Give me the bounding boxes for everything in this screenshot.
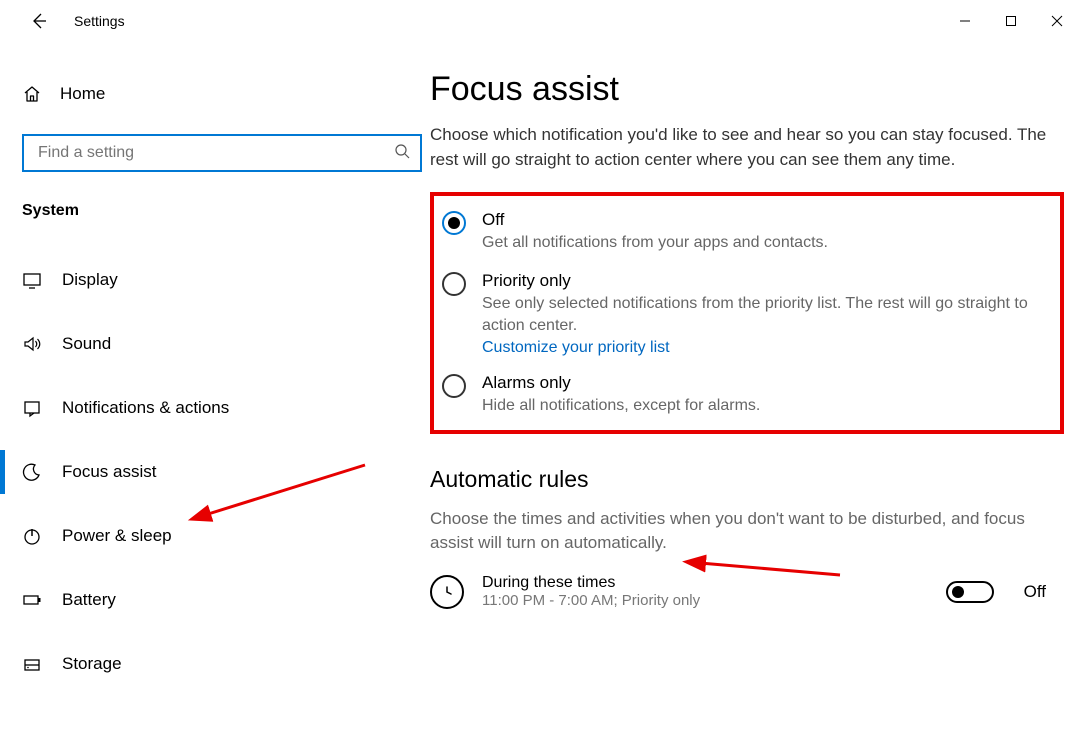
sidebar-item-sound[interactable]: Sound [0,312,430,376]
maximize-button[interactable] [988,5,1034,37]
radio-label: Alarms only [482,373,1052,393]
sidebar-item-label: Sound [62,334,111,354]
automatic-rule-during-these-times[interactable]: During these times 11:00 PM - 7:00 AM; P… [430,574,1070,609]
rule-subtitle: 11:00 PM - 7:00 AM; Priority only [482,592,928,609]
window-title: Settings [74,13,125,29]
radio-description: Get all notifications from your apps and… [482,232,1052,254]
sidebar-item-battery[interactable]: Battery [0,568,430,632]
radio-option-off[interactable]: Off Get all notifications from your apps… [442,210,1052,254]
home-label: Home [60,84,105,104]
notifications-icon [22,398,42,418]
close-button[interactable] [1034,5,1080,37]
radio-description: See only selected notifications from the… [482,293,1052,338]
rule-toggle-state: Off [1024,582,1046,602]
arrow-left-icon [29,12,47,30]
radio-description: Hide all notifications, except for alarm… [482,395,1052,417]
sidebar-item-label: Display [62,270,118,290]
category-header: System [22,202,430,220]
page-title: Focus assist [430,70,1070,109]
page-description: Choose which notification you'd like to … [430,123,1070,172]
home-icon [22,84,42,104]
automatic-rules-title: Automatic rules [430,466,1070,493]
sidebar-item-power[interactable]: Power & sleep [0,504,430,568]
power-icon [22,526,42,546]
moon-icon [22,462,42,482]
sidebar-item-label: Notifications & actions [62,398,229,418]
customize-priority-link[interactable]: Customize your priority list [482,339,1052,357]
search-input-wrapper[interactable] [22,134,422,172]
back-button[interactable] [22,5,54,37]
radio-label: Priority only [482,271,1052,291]
sidebar: Home System Display Sound [0,42,430,744]
sound-icon [22,334,42,354]
battery-icon [22,590,42,610]
sidebar-item-label: Battery [62,590,116,610]
search-input[interactable] [38,144,394,162]
radio-option-priority-only[interactable]: Priority only See only selected notifica… [442,271,1052,358]
radio-label: Off [482,210,1052,230]
titlebar: Settings [0,0,1080,42]
sidebar-item-display[interactable]: Display [0,248,430,312]
rule-toggle[interactable] [946,581,994,603]
focus-assist-mode-group: Off Get all notifications from your apps… [430,192,1064,434]
clock-icon [430,575,464,609]
radio-button[interactable] [442,211,466,235]
storage-icon [22,654,42,674]
radio-option-alarms-only[interactable]: Alarms only Hide all notifications, exce… [442,373,1052,417]
radio-button[interactable] [442,272,466,296]
rule-title: During these times [482,574,928,592]
sidebar-item-label: Storage [62,654,122,674]
automatic-rules-description: Choose the times and activities when you… [430,507,1070,555]
sidebar-item-label: Power & sleep [62,526,172,546]
radio-button[interactable] [442,374,466,398]
sidebar-item-storage[interactable]: Storage [0,632,430,696]
sidebar-item-notifications[interactable]: Notifications & actions [0,376,430,440]
sidebar-item-focus-assist[interactable]: Focus assist [0,440,430,504]
sidebar-item-home[interactable]: Home [22,72,430,116]
minimize-button[interactable] [942,5,988,37]
content-pane: Focus assist Choose which notification y… [430,42,1080,744]
sidebar-item-label: Focus assist [62,462,156,482]
nav-list: Display Sound Notifications & actions Fo… [0,248,430,696]
display-icon [22,270,42,290]
search-icon [394,143,410,164]
